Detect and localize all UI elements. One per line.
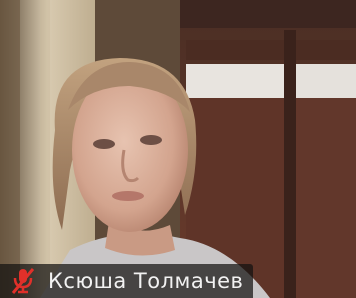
participant-name: Ксюша Толмачев bbox=[48, 269, 244, 293]
muted-mic-icon[interactable] bbox=[8, 266, 38, 296]
participant-video-tile[interactable]: Ксюша Толмачев bbox=[0, 0, 356, 298]
participant-video-feed bbox=[0, 0, 356, 298]
participant-nameplate: Ксюша Толмачев bbox=[0, 264, 254, 298]
